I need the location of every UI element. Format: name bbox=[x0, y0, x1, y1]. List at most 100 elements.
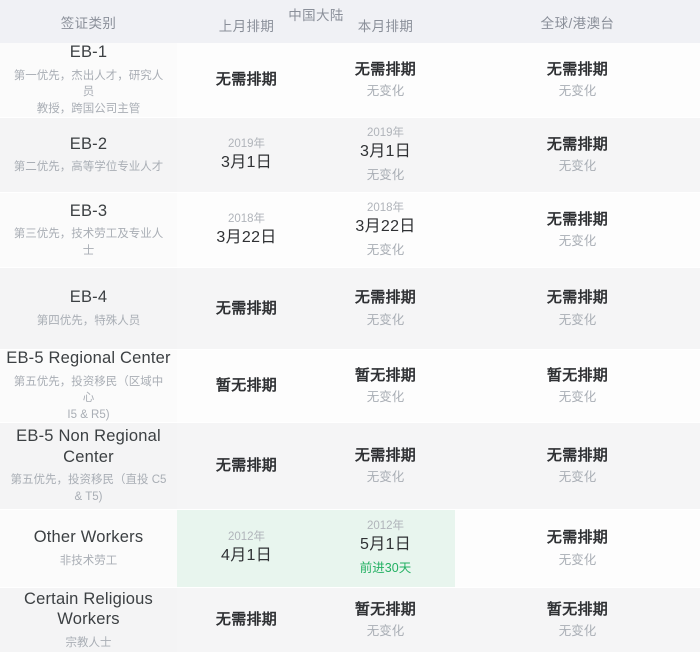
cell-date: 5月1日 bbox=[360, 536, 411, 554]
cell-year: 2012年 bbox=[227, 531, 266, 544]
table-row: EB-4 第四优先，特殊人员 无需排期 无需排期 无变化 无需排期 无变化 bbox=[0, 268, 700, 350]
cell-current: 暂无排期 无变化 bbox=[316, 588, 455, 652]
cell-current: 2019年 3月1日 无变化 bbox=[316, 118, 455, 192]
category-name: EB-1 bbox=[69, 43, 108, 62]
table-header-row: 签证类别 中国大陆 上月排期 本月排期 全球/港澳台 bbox=[0, 0, 700, 43]
table-row: Certain Religious Workers 宗教人士 无需排期 暂无排期无变化… bbox=[0, 588, 700, 653]
cell-status: 无需排期 bbox=[546, 210, 609, 228]
cell-global: 无需排期 无变化 bbox=[455, 268, 700, 349]
cell-change-note: 无变化 bbox=[558, 624, 597, 638]
cell-change-note: 无变化 bbox=[558, 234, 597, 248]
cell-status: 无需排期 bbox=[215, 457, 278, 475]
category-description: 第五优先，投资移民（直投 C5 & T5) bbox=[10, 474, 167, 504]
cell-status: 暂无排期 bbox=[354, 366, 417, 384]
cell-prev: 无需排期 bbox=[177, 423, 316, 509]
table-row: EB-5 Non Regional Center 第五优先，投资移民（直投 C5 … bbox=[0, 423, 700, 510]
cell-current: 无需排期 无变化 bbox=[316, 268, 455, 349]
table-row: Other Workers 非技术劳工 2012年 4月1日 2012年 5月1日前进30… bbox=[0, 510, 700, 588]
cell-change-note: 无变化 bbox=[366, 167, 405, 182]
column-group-china-mainland: 中国大陆 上月排期 本月排期 bbox=[177, 0, 455, 43]
category-description: 非技术劳工 bbox=[59, 554, 118, 567]
category-name: EB-4 bbox=[69, 288, 108, 307]
cell-change-note: 无变化 bbox=[366, 624, 405, 638]
cell-year: 2012年 bbox=[366, 520, 405, 533]
cell-prev: 无需排期 bbox=[177, 43, 316, 117]
category-name: Other Workers bbox=[33, 528, 144, 547]
cell-year: 2018年 bbox=[227, 212, 266, 225]
cell-global: 暂无排期 无变化 bbox=[455, 350, 700, 422]
cell-global: 暂无排期 无变化 bbox=[455, 588, 700, 652]
cell-status: 暂无排期 bbox=[354, 600, 417, 618]
cell-current: 暂无排期 无变化 bbox=[316, 350, 455, 422]
cell-category: EB-2 第二优先，高等学位专业人才 bbox=[0, 118, 177, 192]
category-description: 第五优先，投资移民（区域中心 I5 & R5) bbox=[13, 375, 164, 422]
cell-date: 3月1日 bbox=[221, 153, 272, 171]
cell-status: 无需排期 bbox=[215, 71, 278, 89]
cell-status: 暂无排期 bbox=[546, 366, 609, 384]
cell-change-note: 无变化 bbox=[558, 312, 597, 327]
cell-status: 无需排期 bbox=[546, 135, 609, 153]
table-row: EB-1 第一优先，杰出人才，研究人员 教授，跨国公司主管 无需排期 无需排期 无变化无… bbox=[0, 43, 700, 118]
cell-category: Other Workers 非技术劳工 bbox=[0, 510, 177, 587]
cell-current: 无需排期 无变化 bbox=[316, 43, 455, 117]
category-description: 第一优先，杰出人才，研究人员 教授，跨国公司主管 bbox=[13, 69, 164, 116]
cell-date: 3月22日 bbox=[355, 217, 416, 235]
column-header-global: 全球/港澳台 bbox=[540, 15, 615, 31]
cell-global: 无需排期 无变化 bbox=[455, 510, 700, 587]
cell-prev: 2012年 4月1日 bbox=[177, 510, 316, 587]
cell-date: 3月22日 bbox=[216, 228, 277, 246]
cell-change-note: 无变化 bbox=[366, 470, 405, 484]
table-body: EB-1 第一优先，杰出人才，研究人员 教授，跨国公司主管 无需排期 无需排期 无变化无… bbox=[0, 43, 700, 660]
cell-change-note: 前进30天 bbox=[359, 561, 412, 576]
cell-prev: 2019年 3月1日 bbox=[177, 118, 316, 192]
cell-status: 暂无排期 bbox=[215, 377, 278, 395]
cell-status: 无需排期 bbox=[215, 611, 278, 629]
cell-category: EB-5 Regional Center 第五优先，投资移民（区域中心 I5 & … bbox=[0, 349, 177, 422]
cell-date: 4月1日 bbox=[221, 547, 272, 565]
cell-global: 无需排期 无变化 bbox=[455, 193, 700, 267]
cell-change-note: 无变化 bbox=[366, 242, 405, 257]
cell-prev: 2018年 3月22日 bbox=[177, 193, 316, 267]
cell-global: 无需排期 无变化 bbox=[455, 118, 700, 192]
cell-change-note: 无变化 bbox=[366, 84, 405, 98]
cell-change-note: 无变化 bbox=[558, 390, 597, 404]
cell-category: EB-1 第一优先，杰出人才，研究人员 教授，跨国公司主管 bbox=[0, 43, 177, 117]
cell-category: EB-4 第四优先，特殊人员 bbox=[0, 268, 177, 349]
cell-change-note: 无变化 bbox=[366, 312, 405, 327]
category-name: EB-5 Non Regional Center bbox=[16, 427, 161, 466]
cell-status: 无需排期 bbox=[546, 289, 609, 306]
cell-year: 2019年 bbox=[227, 137, 266, 150]
cell-category: EB-3 第三优先，技术劳工及专业人士 bbox=[0, 193, 177, 267]
cell-status: 暂无排期 bbox=[546, 600, 609, 618]
category-name: EB-5 Regional Center bbox=[6, 349, 171, 368]
column-header-category: 签证类别 bbox=[60, 15, 117, 31]
category-name: EB-2 bbox=[69, 134, 108, 153]
cell-date: 3月1日 bbox=[360, 142, 411, 160]
cell-change-note: 无变化 bbox=[558, 552, 597, 567]
cell-change-note: 无变化 bbox=[366, 390, 405, 404]
cell-prev: 无需排期 bbox=[177, 588, 316, 652]
cell-category: EB-5 Non Regional Center 第五优先，投资移民（直投 C5 … bbox=[0, 423, 177, 509]
cell-global: 无需排期 无变化 bbox=[455, 423, 700, 509]
cell-current: 2018年 3月22日无变化 bbox=[316, 193, 455, 267]
table-row: EB-5 Regional Center 第五优先，投资移民（区域中心 I5 & … bbox=[0, 349, 700, 423]
cell-current: 2012年 5月1日前进30天 bbox=[316, 510, 455, 587]
cell-status: 无需排期 bbox=[546, 446, 609, 464]
cell-change-note: 无变化 bbox=[558, 159, 597, 173]
category-description: 第三优先，技术劳工及专业人士 bbox=[13, 228, 164, 257]
category-description: 第四优先，特殊人员 bbox=[36, 314, 141, 327]
cell-prev: 无需排期 bbox=[177, 268, 316, 349]
cell-year: 2018年 bbox=[366, 201, 405, 214]
cell-status: 无需排期 bbox=[354, 289, 417, 306]
cell-status: 无需排期 bbox=[546, 529, 609, 546]
cell-global: 无需排期 无变化 bbox=[455, 43, 700, 117]
column-group-label-china-mainland: 中国大陆 bbox=[288, 8, 344, 23]
category-description: 宗教人士 bbox=[65, 636, 112, 649]
cell-status: 无需排期 bbox=[354, 60, 417, 78]
category-name: EB-3 bbox=[69, 201, 108, 220]
cell-status: 无需排期 bbox=[215, 299, 278, 317]
cell-status: 无需排期 bbox=[546, 60, 609, 78]
category-name: Certain Religious Workers bbox=[23, 589, 154, 629]
cell-status: 无需排期 bbox=[354, 446, 417, 464]
table-row: EB-2 第二优先，高等学位专业人才 2019年 3月1日 2019年 3月1日 无变化 无需… bbox=[0, 118, 700, 193]
